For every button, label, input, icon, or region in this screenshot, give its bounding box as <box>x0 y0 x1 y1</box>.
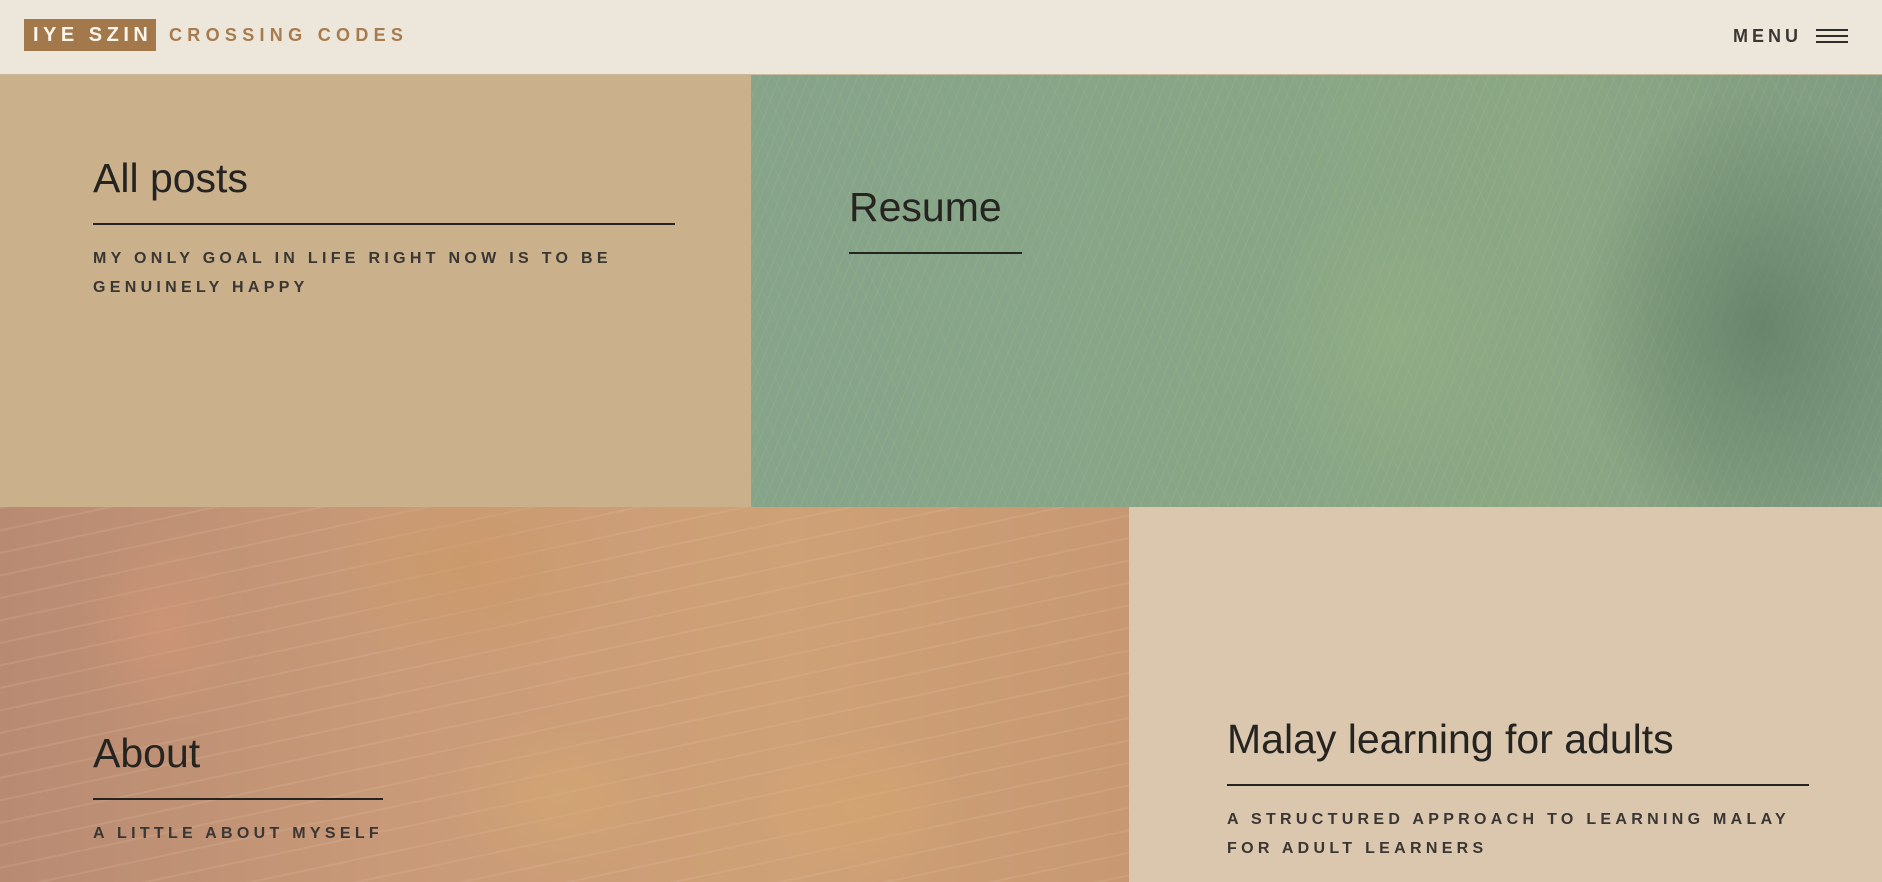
title-underline <box>93 223 675 225</box>
tile-all-posts-title[interactable]: All posts <box>93 153 675 203</box>
menu-label: MENU <box>1733 26 1802 46</box>
site-tagline[interactable]: CROSSING CODES <box>169 23 408 47</box>
hamburger-icon[interactable] <box>1816 27 1848 45</box>
tile-malay-learning-title[interactable]: Malay learning for adults <box>1227 714 1809 764</box>
tile-all-posts-content: All posts MY ONLY GOAL IN LIFE RIGHT NOW… <box>93 153 675 302</box>
title-underline <box>849 252 1022 254</box>
tile-resume-content: Resume <box>849 182 1022 254</box>
tile-malay-learning-subtitle: A STRUCTURED APPROACH TO LEARNING MALAY … <box>1227 811 1790 857</box>
tile-resume-title[interactable]: Resume <box>849 182 1022 232</box>
tile-about-title[interactable]: About <box>93 728 383 778</box>
tile-resume[interactable]: Resume <box>751 75 1882 507</box>
tile-about-content: About A LITTLE ABOUT MYSELF <box>93 728 383 848</box>
tile-about[interactable]: About A LITTLE ABOUT MYSELF <box>0 507 1129 882</box>
title-underline <box>1227 784 1809 786</box>
resume-background-image <box>751 75 1882 507</box>
site-header: IYE SZIN CROSSING CODES MENU <box>0 0 1882 75</box>
tile-malay-learning[interactable]: Malay learning for adults A STRUCTURED A… <box>1129 507 1882 882</box>
site-logo[interactable]: IYE SZIN <box>24 19 157 51</box>
title-underline <box>93 798 383 800</box>
tile-all-posts[interactable]: All posts MY ONLY GOAL IN LIFE RIGHT NOW… <box>0 75 751 507</box>
tile-all-posts-subtitle: MY ONLY GOAL IN LIFE RIGHT NOW IS TO BE … <box>93 250 612 296</box>
menu-button[interactable]: MENU <box>1733 23 1848 49</box>
tile-about-subtitle: A LITTLE ABOUT MYSELF <box>93 825 383 842</box>
tile-malay-learning-content: Malay learning for adults A STRUCTURED A… <box>1227 714 1809 863</box>
